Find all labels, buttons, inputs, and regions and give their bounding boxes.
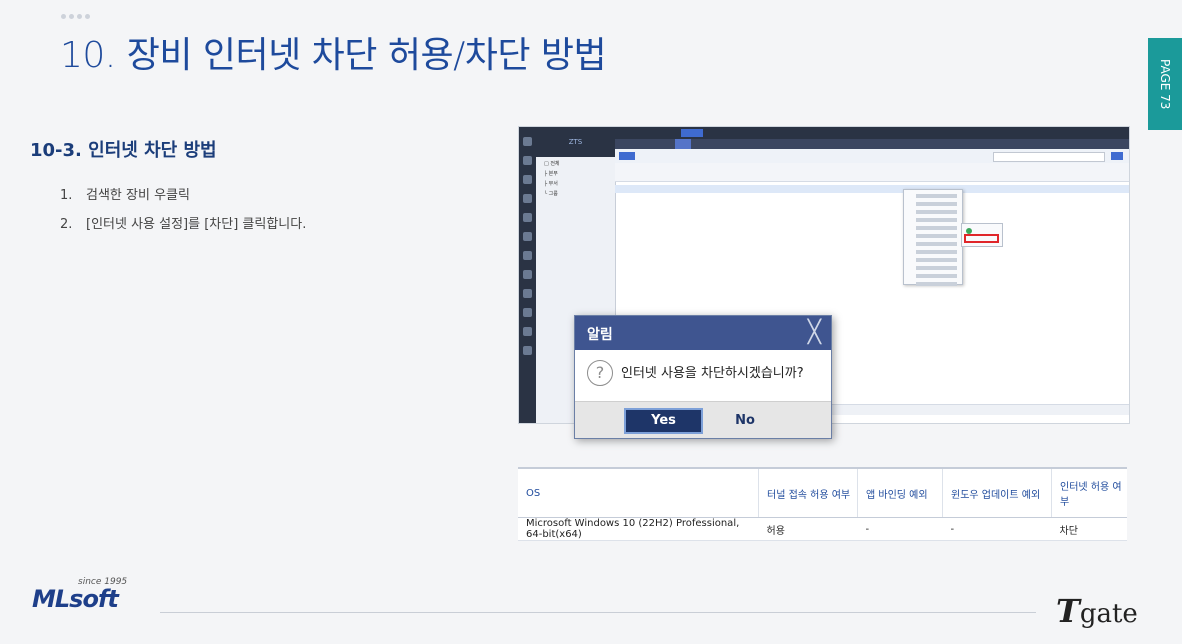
step-list: 1. 검색한 장비 우클릭 2. [인터넷 사용 설정]를 [차단] 클릭합니다.: [60, 184, 306, 242]
settings-table: OS 터널 접속 허용 여부 앱 바인딩 예외 윈도우 업데이트 예외 인터넷 …: [518, 467, 1127, 541]
dialog-footer: Yes No: [575, 401, 831, 438]
step-item: 2. [인터넷 사용 설정]를 [차단] 클릭합니다.: [60, 217, 307, 232]
section-heading: 10-3. 인터넷 차단 방법: [30, 140, 217, 161]
table-cell: 차단: [1051, 517, 1127, 541]
step-item: 1. 검색한 장비 우클릭: [60, 188, 190, 203]
context-menu: [903, 189, 963, 286]
question-icon: ?: [587, 360, 613, 386]
column-header: 터널 접속 허용 여부: [758, 467, 858, 518]
column-header: 인터넷 허용 여부: [1051, 467, 1127, 518]
app-toolbar: [615, 149, 1129, 164]
yes-button[interactable]: Yes: [624, 408, 703, 434]
no-button[interactable]: No: [725, 410, 765, 432]
column-header: OS: [518, 467, 759, 518]
dialog-message: 인터넷 사용을 차단하시겠습니까?: [621, 366, 804, 381]
close-icon[interactable]: ╳: [808, 320, 821, 345]
tgate-logo: Tgate: [1056, 592, 1138, 630]
icon-sidebar: [519, 127, 536, 423]
highlight-box: [964, 234, 999, 243]
selected-device-row: [615, 185, 1129, 193]
mlsoft-logo: since 1995 MLsoft: [32, 577, 127, 613]
logo-since-text: since 1995: [78, 577, 128, 587]
dialog-title: 알림: [587, 327, 613, 343]
alert-dialog: 알림 ╳ ? 인터넷 사용을 차단하시겠습니까? Yes No: [574, 315, 832, 439]
table-cell: -: [857, 517, 943, 541]
table-cell: Microsoft Windows 10 (22H2) Professional…: [518, 517, 759, 541]
footer-divider: [160, 612, 1036, 613]
logo-text: MLsoft: [32, 585, 119, 613]
column-header: 윈도우 업데이트 예외: [942, 467, 1052, 518]
page-title: 10. 장비 인터넷 차단 허용/차단 방법: [60, 35, 607, 76]
decorative-dots: [61, 14, 90, 19]
dialog-header: 알림 ╳: [575, 316, 831, 350]
app-nav-bar: [615, 139, 1129, 149]
grid-header: [615, 163, 1129, 182]
column-header: 앱 바인딩 예외: [857, 467, 943, 518]
table-header-row: OS 터널 접속 허용 여부 앱 바인딩 예외 윈도우 업데이트 예외 인터넷 …: [518, 467, 1127, 518]
table-cell: -: [942, 517, 1052, 541]
table-cell: 허용: [758, 517, 858, 541]
page-number-tab: PAGE 73: [1148, 38, 1182, 130]
table-row: Microsoft Windows 10 (22H2) Professional…: [518, 517, 1127, 541]
app-top-bar: [615, 127, 1129, 139]
